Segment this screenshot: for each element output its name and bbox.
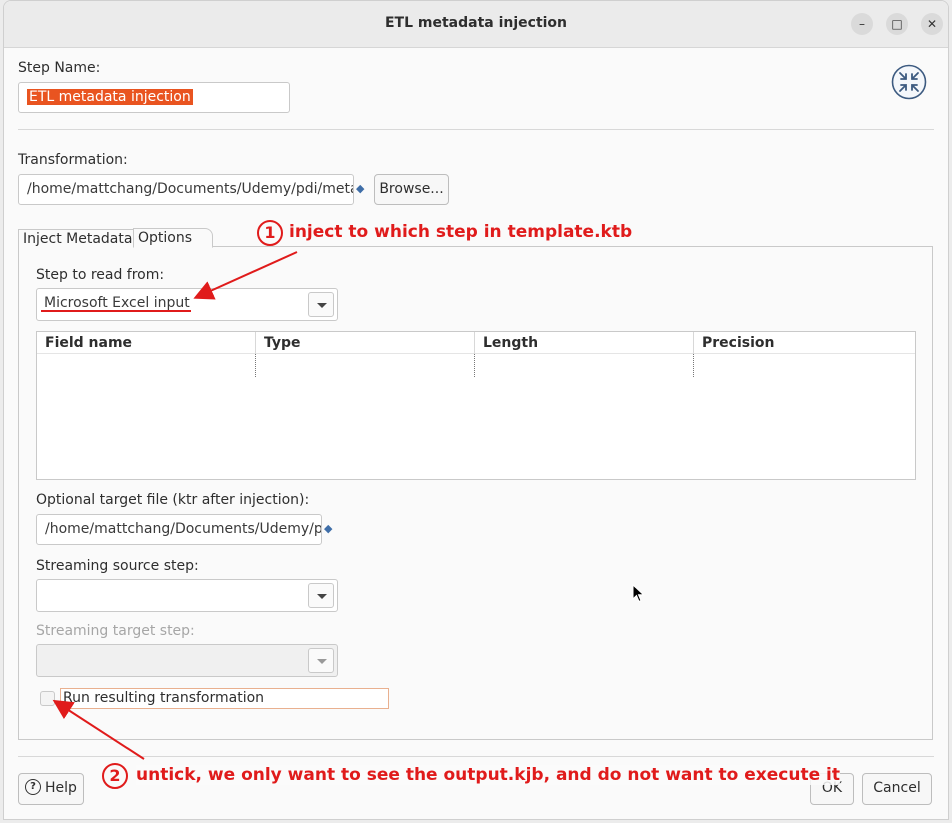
annotation-arrow-1 <box>193 251 298 300</box>
mouse-cursor-icon <box>632 584 645 603</box>
etl-metadata-injection-dialog: ETL metadata injection – □ ✕ Step Name: … <box>3 0 949 820</box>
annotation-arrow-2 <box>52 699 145 760</box>
annotation-arrows <box>41 251 298 760</box>
